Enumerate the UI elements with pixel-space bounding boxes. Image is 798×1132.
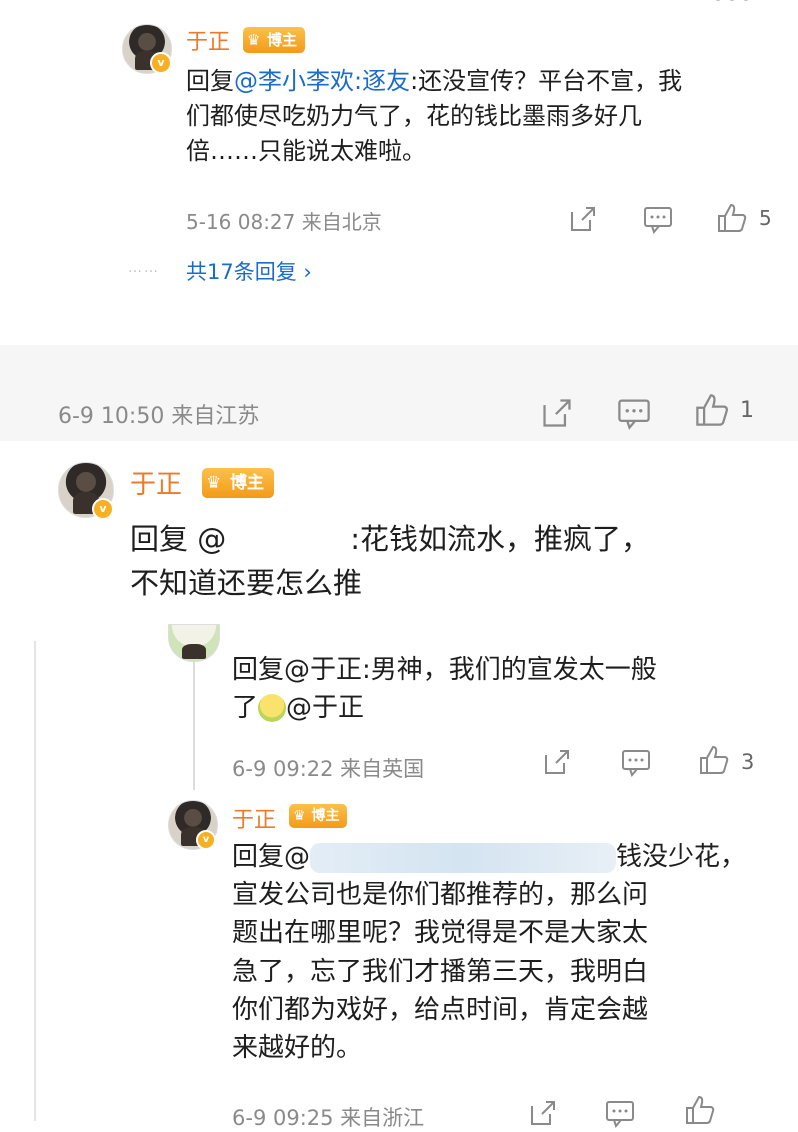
verified-icon: v: [196, 830, 216, 850]
reply-line: 宣发公司也是你们都推荐的，那么问: [232, 880, 649, 911]
reply-line: 钱没少花，: [616, 842, 747, 872]
blogger-badge: ♛ 博主: [243, 27, 305, 53]
more-replies-link[interactable]: 共17条回复 ›: [186, 256, 312, 286]
comment-icon[interactable]: [604, 1098, 636, 1132]
thread-border: [34, 641, 36, 1121]
reply-line: 急了，忘了我们才播第三天，我明白: [232, 956, 649, 987]
author-name[interactable]: 于正: [232, 802, 276, 834]
crown-icon: ♛: [293, 808, 306, 824]
comment-line: :花钱如流水，推疯了，: [350, 522, 650, 556]
crown-icon: ♛: [206, 473, 222, 493]
redacted-username: [310, 842, 617, 873]
mention-link[interactable]: @李小李欢:逐友: [234, 67, 410, 95]
comment-line: :还没宣传？平台不宣，我: [410, 67, 683, 95]
reply-text: 回复@于正:男神，我们的宣发太一般 了 @于正: [232, 652, 772, 727]
thread-connector: [193, 660, 195, 790]
comment-text: 回复@李小李欢:逐友:还没宣传？平台不宣，我 们都使尽吃奶力气了，花的钱比墨雨多…: [186, 64, 776, 168]
comment-meta: 6-9 10:50 来自江苏: [58, 404, 260, 429]
emoji-icon: [258, 694, 287, 723]
share-icon[interactable]: [568, 204, 598, 238]
reply-prefix: 回复@: [232, 842, 311, 872]
reply-meta: 6-9 09:22 来自英国: [232, 757, 425, 781]
share-icon[interactable]: [540, 396, 574, 434]
mention-link[interactable]: @于正: [286, 693, 364, 723]
share-icon[interactable]: [542, 747, 572, 781]
thread-dots: ……: [128, 260, 160, 276]
like-icon[interactable]: [698, 744, 730, 780]
comment-meta: 5-16 08:27 来自北京: [186, 210, 382, 234]
comment-line: 倍……只能说太难啦。: [186, 136, 426, 165]
reply-prefix: 回复 @: [130, 522, 227, 556]
comment-panel-1: [0, 0, 798, 345]
reply-text: 回复@ 钱没少花， 宣发公司也是你们都推荐的，那么问 题出在哪里呢？我觉得是不是大…: [232, 838, 772, 1067]
reply-meta: 6-9 09:25 来自浙江: [232, 1106, 425, 1130]
reply-prefix: 回复: [186, 67, 234, 95]
comment-text: 回复 @ :花钱如流水，推疯了， 不知道还要怎么推: [130, 518, 780, 605]
comment-icon[interactable]: [642, 204, 674, 238]
verified-icon: v: [92, 498, 114, 520]
reply-line: 题出在哪里呢？我觉得是不是大家太: [232, 918, 649, 949]
comment-icon[interactable]: [616, 396, 652, 434]
author-name[interactable]: 于正: [186, 24, 230, 56]
like-count: 3: [741, 750, 755, 774]
author-name[interactable]: 于正: [130, 464, 182, 501]
blogger-badge: ♛ 博主: [289, 804, 347, 828]
comment-line: 们都使尽吃奶力气了，花的钱比墨雨多好几: [186, 101, 642, 130]
like-icon[interactable]: [694, 392, 730, 432]
like-icon[interactable]: [716, 202, 748, 238]
verified-icon: v: [150, 52, 172, 74]
like-icon[interactable]: [684, 1094, 716, 1130]
like-count: 5: [759, 206, 772, 230]
comment-icon[interactable]: [620, 747, 652, 781]
comment-line: 不知道还要怎么推: [130, 565, 363, 600]
reply-line: 来越好的。: [232, 1033, 363, 1064]
reply-line: 回复@于正:男神，我们的宣发太一般: [232, 655, 657, 685]
reply-line: 你们都为戏好，给点时间，肯定会越: [232, 994, 649, 1025]
blogger-badge: ♛ 博主: [202, 468, 274, 498]
like-count: 1: [740, 398, 754, 423]
more-icon[interactable]: [712, 0, 752, 10]
share-icon[interactable]: [528, 1098, 558, 1132]
crown-icon: ♛: [247, 31, 261, 49]
reply-line: 了: [232, 692, 259, 723]
